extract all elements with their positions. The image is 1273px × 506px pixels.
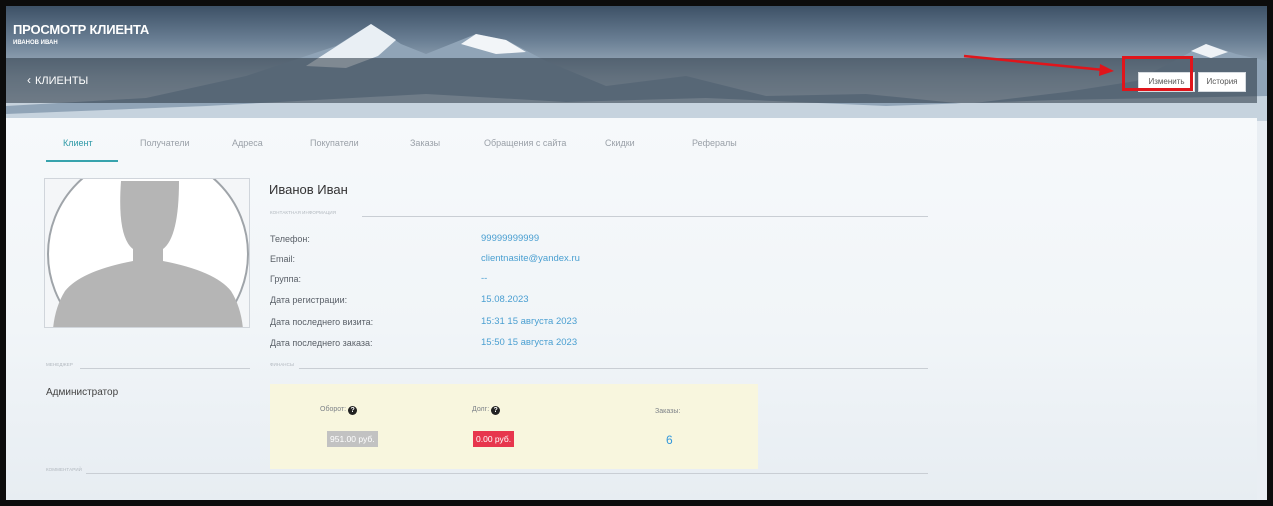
finance-summary-box: Оборот:? 951.00 руб. Долг:? 0.00 руб. За… — [270, 384, 758, 469]
debt-label-text: Долг: — [472, 406, 490, 413]
tab-buyers[interactable]: Покупатели — [310, 138, 359, 148]
group-value: -- — [481, 273, 488, 284]
question-circle-icon[interactable]: ? — [491, 406, 501, 415]
tab-referrals[interactable]: Рефералы — [692, 138, 737, 148]
manager-section-label: МЕНЕДЖЕР — [46, 362, 74, 367]
last-order-value[interactable]: 15:50 15 августа 2023 — [481, 337, 577, 348]
debt-value-badge: 0.00 руб. — [473, 431, 515, 447]
email-value[interactable]: clientnasite@yandex.ru — [481, 253, 580, 264]
manager-name: Администратор — [46, 387, 119, 398]
phone-label: Телефон: — [270, 234, 310, 244]
user-silhouette-icon — [47, 179, 249, 327]
email-label: Email: — [270, 254, 296, 264]
turnover-label-text: Оборот: — [320, 406, 347, 413]
group-label: Группа: — [270, 274, 302, 284]
debt-label: Долг:? — [472, 406, 501, 415]
client-name: Иванов Иван — [269, 182, 348, 197]
contact-info-section-label: КОНТАКТНАЯ ИНФОРМАЦИЯ — [270, 210, 337, 215]
turnover-value-badge: 951.00 руб. — [327, 431, 378, 447]
tab-recipients[interactable]: Получатели — [140, 138, 190, 148]
tab-addresses[interactable]: Адреса — [232, 138, 263, 148]
section-divider — [86, 473, 928, 474]
client-content-panel: Клиент Получатели Адреса Покупатели Зака… — [6, 118, 1257, 500]
phone-value[interactable]: 99999999999 — [481, 233, 539, 244]
red-arrow-annotation — [963, 54, 1114, 76]
tab-site-requests[interactable]: Обращения с сайта — [484, 138, 566, 148]
orders-label: Заказы: — [655, 408, 681, 415]
question-circle-icon[interactable]: ? — [348, 406, 358, 415]
comment-section-label: КОММЕНТАРИЙ — [46, 467, 82, 472]
last-visit-value: 15:31 15 августа 2023 — [481, 316, 578, 327]
section-divider — [362, 216, 928, 217]
screenshot-frame: ПРОСМОТР КЛИЕНТА ИВАНОВ ИВАН ‹ КЛИЕНТЫ Из… — [0, 0, 1273, 506]
last-visit-label: Дата последнего визита: — [270, 317, 374, 327]
registration-date-value: 15.08.2023 — [481, 294, 529, 305]
active-tab-indicator — [46, 160, 118, 162]
tab-client[interactable]: Клиент — [63, 138, 93, 148]
app-screen: ПРОСМОТР КЛИЕНТА ИВАНОВ ИВАН ‹ КЛИЕНТЫ Из… — [6, 6, 1267, 500]
finance-section-label: ФИНАНСЫ — [270, 362, 295, 367]
orders-count-value[interactable]: 6 — [666, 433, 673, 447]
tab-discounts[interactable]: Скидки — [605, 138, 635, 148]
highlight-box-annotation — [1122, 56, 1193, 91]
section-divider — [80, 368, 250, 369]
section-divider — [299, 368, 928, 369]
avatar — [44, 178, 250, 328]
tab-orders[interactable]: Заказы — [410, 138, 440, 148]
last-order-label: Дата последнего заказа: — [270, 338, 373, 348]
registration-date-label: Дата регистрации: — [270, 295, 348, 305]
turnover-label: Оборот:? — [320, 406, 358, 415]
